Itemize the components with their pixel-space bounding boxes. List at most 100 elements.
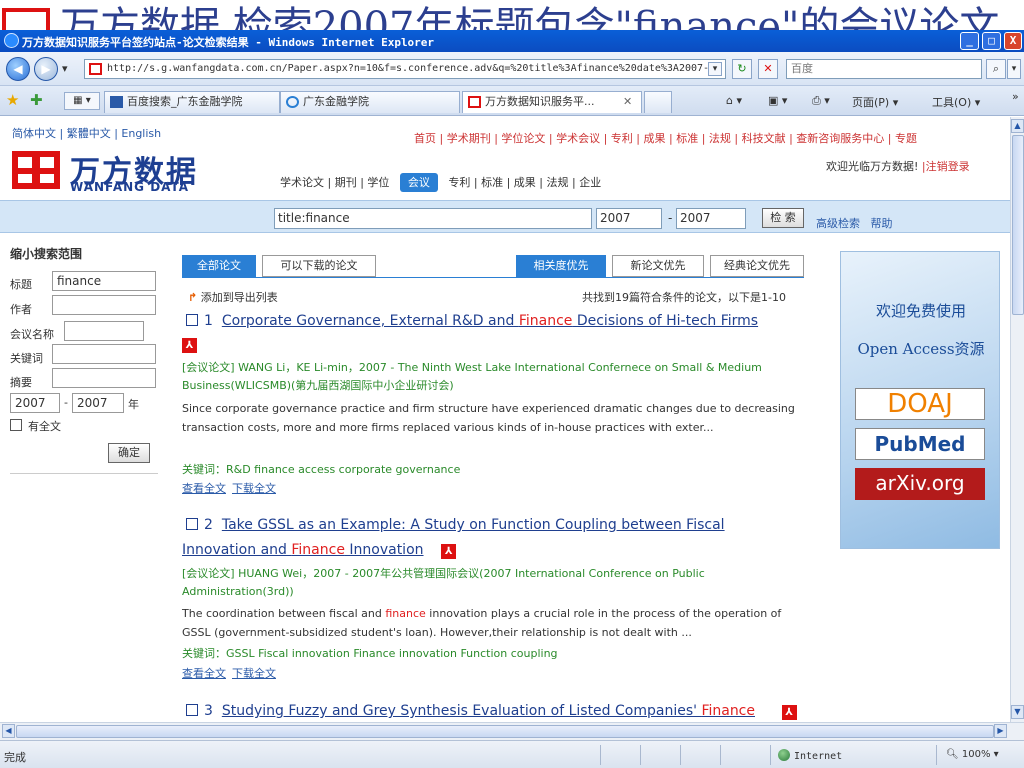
download-fulltext-link[interactable]: 下载全文	[232, 667, 276, 680]
result-keywords: 关键词：R&D finance access corporate governa…	[182, 463, 461, 476]
result-title-link[interactable]: Studying Fuzzy and Grey Synthesis Evalua…	[222, 703, 755, 719]
search-go-button[interactable]: ⌕	[986, 59, 1006, 79]
history-dropdown-icon[interactable]: ▾	[62, 62, 68, 75]
address-dropdown-icon[interactable]: ▾	[708, 62, 722, 76]
result-title[interactable]: 2 Take GSSL as an Example: A Study on Fu…	[186, 517, 725, 533]
sort-classic-button[interactable]: 经典论文优先	[710, 255, 804, 277]
catnav-links[interactable]: 专利 | 标准 | 成果 | 法规 | 企业	[448, 176, 601, 189]
vertical-scrollbar[interactable]: ▲ ▼	[1010, 117, 1024, 722]
maximize-button[interactable]: □	[982, 32, 1001, 50]
fulltext-option[interactable]: 有全文	[10, 418, 61, 434]
close-button[interactable]: X	[1004, 32, 1022, 50]
year-unit: 年	[128, 398, 139, 411]
search-dropdown-icon[interactable]: ▾	[1007, 59, 1021, 79]
refine-abstract-input[interactable]	[52, 368, 156, 388]
doaj-logo[interactable]: DOAJ	[855, 388, 985, 420]
result-title-link[interactable]: Corporate Governance, External R&D and F…	[222, 313, 758, 329]
view-fulltext-link[interactable]: 查看全文	[182, 482, 226, 495]
tab-gdufe[interactable]: 广东金融学院	[280, 91, 460, 113]
tab-downloadable-papers[interactable]: 可以下载的论文	[262, 255, 376, 277]
status-divider	[640, 745, 641, 765]
logout-link[interactable]: |注销登录	[922, 160, 970, 173]
refine-title: 缩小搜索范围	[10, 247, 83, 261]
sort-relevance-button[interactable]: 相关度优先	[516, 255, 606, 277]
quick-tabs-icon[interactable]: ▦ ▾	[64, 92, 100, 110]
result-checkbox[interactable]	[186, 518, 198, 530]
back-button[interactable]: ◀	[6, 57, 30, 81]
result-keywords: 关键词：GSSL Fiscal innovation Finance innov…	[182, 647, 558, 660]
query-input[interactable]: title:finance	[274, 208, 592, 229]
welcome-area: 欢迎光临万方数据! |注销登录	[826, 158, 970, 174]
result-title-line2[interactable]: Innovation and Finance Innovation ⅄	[182, 542, 457, 559]
stop-button[interactable]: ✕	[758, 59, 778, 79]
pubmed-logo[interactable]: PubMed	[855, 428, 985, 460]
result-links: 查看全文 下载全文	[182, 665, 282, 681]
tab-baidu[interactable]: 百度搜索_广东金融学院	[104, 91, 280, 113]
language-switcher[interactable]: 简体中文 | 繁體中文 | English	[12, 125, 161, 141]
refine-year-from[interactable]: 2007	[10, 393, 60, 413]
open-access-banner[interactable]: 欢迎免费使用 Open Access资源 DOAJ PubMed arXiv.o…	[840, 251, 1000, 549]
refine-ok-button[interactable]: 确定	[108, 443, 150, 463]
sort-new-button[interactable]: 新论文优先	[612, 255, 704, 277]
pdf-icon[interactable]: ⅄	[182, 337, 197, 353]
year-to-input[interactable]: 2007	[676, 208, 746, 229]
refresh-button[interactable]: ↻	[732, 59, 752, 79]
title-highlight: Finance	[701, 703, 755, 719]
search-button[interactable]: 检 索	[762, 208, 804, 228]
export-link[interactable]: ↱ 添加到导出列表	[188, 289, 278, 305]
add-favorites-icon[interactable]: ✚	[30, 91, 43, 109]
page-menu[interactable]: 页面(P) ▾	[852, 94, 898, 110]
more-tools-icon[interactable]: »	[1012, 90, 1019, 103]
status-divider	[600, 745, 601, 765]
catnav-links[interactable]: 学术论文 | 期刊 | 学位	[280, 176, 389, 189]
new-tab-button[interactable]	[644, 91, 672, 113]
view-fulltext-link[interactable]: 查看全文	[182, 667, 226, 680]
fulltext-checkbox[interactable]	[10, 419, 22, 431]
scroll-left-icon[interactable]: ◀	[2, 724, 15, 738]
tabs-underline	[182, 277, 804, 278]
catnav-selected-conference[interactable]: 会议	[399, 173, 438, 192]
horizontal-scroll-thumb[interactable]	[16, 725, 994, 738]
vertical-scroll-thumb[interactable]	[1012, 135, 1024, 315]
horizontal-scrollbar[interactable]: ◀ ▶	[0, 722, 1024, 740]
tab-wanfang[interactable]: 万方数据知识服务平... ✕	[462, 91, 642, 113]
status-divider	[720, 745, 721, 765]
favorites-star-icon[interactable]: ★	[6, 91, 19, 109]
print-icon[interactable]: ⎙ ▾	[812, 94, 830, 108]
conference-label: 会议名称	[10, 328, 54, 341]
search-input[interactable]: 百度	[786, 59, 982, 79]
scroll-up-icon[interactable]: ▲	[1011, 119, 1024, 133]
top-navigation[interactable]: 首页 | 学术期刊 | 学位论文 | 学术会议 | 专利 | 成果 | 标准 |…	[414, 130, 917, 146]
help-link[interactable]: 帮助	[871, 217, 893, 230]
forward-button[interactable]: ▶	[34, 57, 58, 81]
zoom-control[interactable]: 🔍︎ 100% ▾	[946, 749, 999, 760]
address-input[interactable]: http://s.g.wanfangdata.com.cn/Paper.aspx…	[84, 59, 726, 79]
scroll-right-icon[interactable]: ▶	[994, 724, 1007, 738]
scroll-down-icon[interactable]: ▼	[1011, 705, 1024, 719]
result-checkbox[interactable]	[186, 314, 198, 326]
arxiv-logo[interactable]: arXiv.org	[855, 468, 985, 500]
window-title: 万方数据知识服务平台签约站点-论文检索结果 - Windows Internet…	[22, 36, 435, 49]
pdf-icon[interactable]: ⅄	[441, 544, 457, 559]
refine-year-to[interactable]: 2007	[72, 393, 124, 413]
tools-menu[interactable]: 工具(O) ▾	[932, 94, 980, 110]
pdf-icon[interactable]: ⅄	[781, 705, 797, 720]
tab-all-papers[interactable]: 全部论文	[182, 255, 256, 277]
result-checkbox[interactable]	[186, 704, 198, 716]
minimize-button[interactable]: _	[960, 32, 979, 50]
tab-close-icon[interactable]: ✕	[623, 92, 632, 112]
result-title-link[interactable]: Take GSSL as an Example: A Study on Func…	[222, 517, 725, 533]
result-title[interactable]: 3 Studying Fuzzy and Grey Synthesis Eval…	[186, 703, 797, 720]
year-from-input[interactable]: 2007	[596, 208, 662, 229]
refine-author-input[interactable]	[52, 295, 156, 315]
download-fulltext-link[interactable]: 下载全文	[232, 482, 276, 495]
advanced-search-link[interactable]: 高级检索	[816, 217, 860, 230]
security-zone[interactable]: Internet	[778, 749, 842, 762]
result-title-link[interactable]: Innovation and Finance Innovation	[182, 542, 424, 558]
refine-keyword-input[interactable]	[52, 344, 156, 364]
refine-title-input[interactable]: finance	[52, 271, 156, 291]
refine-conference-input[interactable]	[64, 321, 144, 341]
feeds-icon[interactable]: ▣ ▾	[768, 94, 787, 107]
result-title[interactable]: 1 Corporate Governance, External R&D and…	[186, 313, 758, 329]
home-icon[interactable]: ⌂ ▾	[726, 94, 742, 107]
